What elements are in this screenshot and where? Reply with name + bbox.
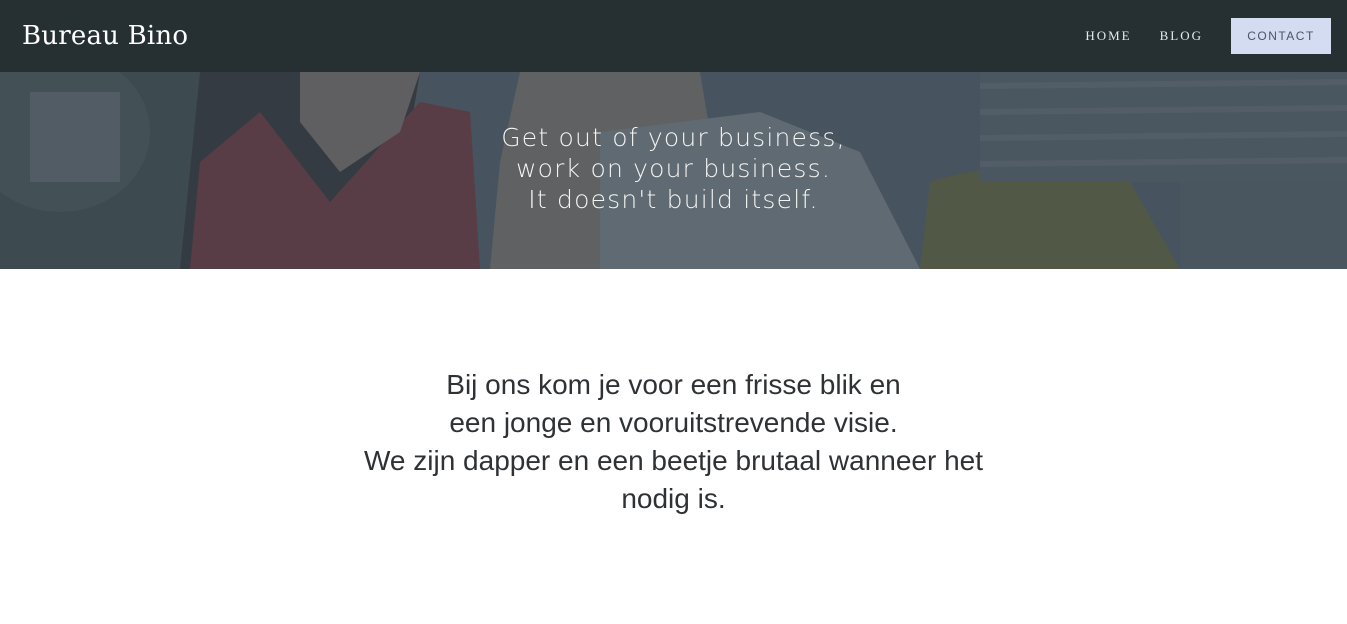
hero-line: Get out of your business, xyxy=(501,123,846,152)
site-header: Bureau Bino HOME BLOG CONTACT xyxy=(0,0,1347,72)
hero-line: work on your business. xyxy=(516,154,831,183)
intro-line: We zijn dapper en een beetje brutaal wan… xyxy=(363,445,984,476)
nav-blog-link[interactable]: BLOG xyxy=(1160,28,1203,44)
brand-logo[interactable]: Bureau Bino xyxy=(22,21,188,51)
hero-banner: Get out of your business, work on your b… xyxy=(0,72,1347,269)
intro-line: Bij ons kom je voor een frisse blik en xyxy=(446,369,901,400)
contact-button[interactable]: CONTACT xyxy=(1231,18,1331,54)
main-nav: HOME BLOG CONTACT xyxy=(1085,18,1331,54)
hero-tagline: Get out of your business, work on your b… xyxy=(0,122,1347,215)
hero-line: It doesn't build itself. xyxy=(528,185,819,214)
intro-line: een jonge en vooruitstrevende visie. xyxy=(449,407,898,438)
intro-line: nodig is. xyxy=(621,483,726,514)
nav-home-link[interactable]: HOME xyxy=(1085,28,1131,44)
intro-statement: Bij ons kom je voor een frisse blik en e… xyxy=(0,366,1347,518)
